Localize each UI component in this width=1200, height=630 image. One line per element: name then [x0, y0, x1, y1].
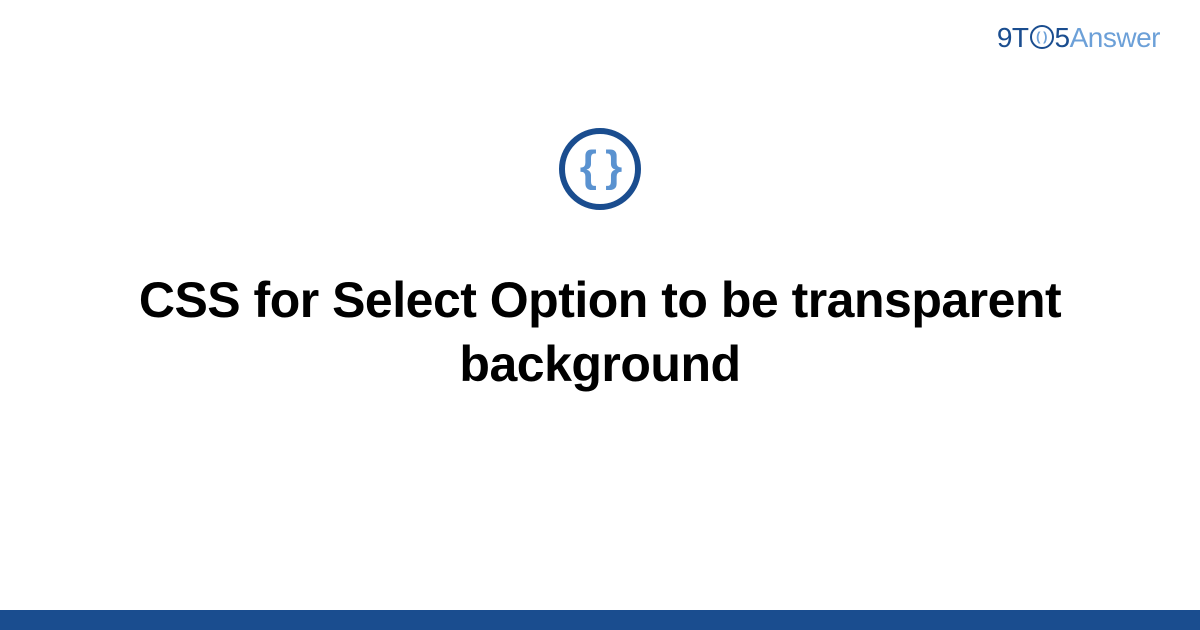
logo-circle-icon: ( ) [1030, 25, 1054, 49]
footer-bar [0, 610, 1200, 630]
logo-circle-inner: ( ) [1036, 30, 1047, 43]
braces-glyph: { } [580, 145, 620, 189]
logo-text-9t: 9T [997, 22, 1029, 54]
logo-text-answer: Answer [1070, 22, 1160, 54]
page-title: CSS for Select Option to be transparent … [60, 268, 1140, 396]
css-braces-icon: { } [559, 128, 641, 210]
site-logo: 9T ( ) 5 Answer [997, 22, 1160, 54]
logo-text-5: 5 [1055, 22, 1070, 54]
